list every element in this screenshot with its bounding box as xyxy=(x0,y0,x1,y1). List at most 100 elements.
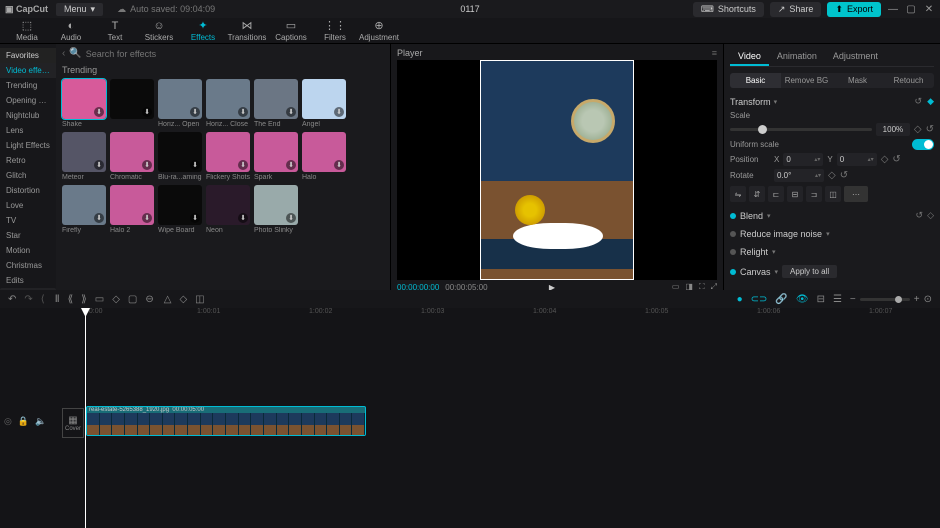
more-align-button[interactable]: ⋯ xyxy=(844,186,868,202)
effect-card[interactable]: ⬇Chromatic xyxy=(110,132,154,181)
sidebar-item-7[interactable]: Glitch xyxy=(0,168,56,183)
sidebar-favorites[interactable]: Favorites xyxy=(0,48,56,63)
sidebar-item-4[interactable]: Lens xyxy=(0,123,56,138)
player-viewport[interactable] xyxy=(397,60,717,280)
sidebar-item-11[interactable]: Star xyxy=(0,228,56,243)
tab-transitions[interactable]: ⋈Transitions xyxy=(226,21,268,43)
delete-button[interactable]: ▢ xyxy=(128,294,137,305)
preview-image[interactable] xyxy=(480,60,634,280)
tab-text[interactable]: TText xyxy=(94,21,136,43)
player-menu-icon[interactable]: ≡ xyxy=(712,48,717,58)
menu-button[interactable]: Menu ▾ xyxy=(56,3,103,16)
back-icon[interactable]: ‹ xyxy=(62,48,65,59)
sidebar-item-9[interactable]: Love xyxy=(0,198,56,213)
sidebar-item-8[interactable]: Distortion xyxy=(0,183,56,198)
effect-card[interactable]: ⬇ xyxy=(110,79,154,128)
close-button[interactable]: ✕ xyxy=(923,4,935,15)
tab-stickers[interactable]: ☺Stickers xyxy=(138,21,180,43)
tab-media[interactable]: ⬚Media xyxy=(6,21,48,43)
scale-slider[interactable] xyxy=(730,128,872,131)
transform-header[interactable]: Transform xyxy=(730,97,771,107)
effect-card[interactable]: ⬇Horiz... Open xyxy=(158,79,202,128)
search-input[interactable] xyxy=(86,49,384,59)
flip-h-button[interactable]: ⇋ xyxy=(730,186,746,202)
apply-to-all-button[interactable]: Apply to all xyxy=(782,265,837,278)
zoom-out-button[interactable]: − xyxy=(850,294,856,305)
canvas-section[interactable]: Canvas▾ Apply to all xyxy=(730,265,934,278)
relight-section[interactable]: Relight▾ xyxy=(730,247,934,257)
sidebar-item-12[interactable]: Motion xyxy=(0,243,56,258)
crop-button[interactable]: ◫ xyxy=(825,186,841,202)
track-lock-button[interactable]: 🔒 xyxy=(18,416,29,427)
blend-reset-icon[interactable]: ↺ xyxy=(916,210,924,221)
reverse-button[interactable]: ⊖ xyxy=(145,294,153,305)
maximize-button[interactable]: ▢ xyxy=(905,4,917,15)
zoom-slider[interactable] xyxy=(860,298,910,301)
subtab-basic[interactable]: Basic xyxy=(730,73,781,88)
delete-right-button[interactable]: ⟫ xyxy=(81,294,87,305)
delete-left-button[interactable]: ⟪ xyxy=(68,294,74,305)
rotate-input[interactable]: 0.0°▴▾ xyxy=(774,169,824,182)
split-button[interactable]: Ⅱ xyxy=(55,294,60,305)
sidebar-item-2[interactable]: Opening & Clo... xyxy=(0,93,56,108)
subtab-retouch[interactable]: Retouch xyxy=(883,73,934,88)
rotate-keyframe-icon[interactable]: ◇ xyxy=(828,170,836,181)
tab-filters[interactable]: ⋮⋮Filters xyxy=(314,21,356,43)
sidebar-item-5[interactable]: Light Effects xyxy=(0,138,56,153)
effect-card[interactable]: ⬇Halo xyxy=(302,132,346,181)
zoom-in-button[interactable]: + xyxy=(914,294,920,305)
minimize-button[interactable]: — xyxy=(887,4,899,15)
align-center-button[interactable]: ⊟ xyxy=(787,186,803,202)
share-button[interactable]: ↗ Share xyxy=(770,2,822,17)
range-button[interactable]: ▭ xyxy=(95,294,104,305)
position-reset-icon[interactable]: ↺ xyxy=(892,154,900,165)
zoom-fit-button[interactable]: ⊙ xyxy=(924,294,932,305)
tab-adjustment[interactable]: ⊕Adjustment xyxy=(358,21,400,43)
redo-button[interactable]: ↷ xyxy=(24,294,32,305)
sidebar-item-13[interactable]: Christmas xyxy=(0,258,56,273)
mirror-button[interactable]: △ xyxy=(164,294,172,305)
scale-reset-icon[interactable]: ↺ xyxy=(926,124,934,135)
timeline-settings-icon[interactable]: ☰ xyxy=(833,294,842,305)
effect-card[interactable]: ⬇Blu-ra...aming xyxy=(158,132,202,181)
sidebar-item-10[interactable]: TV xyxy=(0,213,56,228)
tab-audio[interactable]: ◐Audio xyxy=(50,21,92,43)
magnet-icon[interactable]: ⊂⊃ xyxy=(751,294,768,305)
rotate-reset-icon[interactable]: ↺ xyxy=(840,170,848,181)
position-x-input[interactable]: 0▴▾ xyxy=(783,153,823,166)
shortcuts-button[interactable]: ⌨ Shortcuts xyxy=(693,2,764,17)
track-mute-button[interactable]: 🔈 xyxy=(35,416,46,427)
reset-icon[interactable]: ↺ xyxy=(915,96,923,107)
preview-icon[interactable]: 👁 xyxy=(796,294,809,305)
rotate-tool-button[interactable]: ◇ xyxy=(179,294,187,305)
effect-card[interactable]: ⬇Halo 2 xyxy=(110,185,154,234)
effect-card[interactable]: ⬇Angel xyxy=(302,79,346,128)
align-right-button[interactable]: ⊐ xyxy=(806,186,822,202)
sidebar-item-3[interactable]: Nightclub xyxy=(0,108,56,123)
subtab-remove-bg[interactable]: Remove BG xyxy=(781,73,832,88)
inspector-tab-adjustment[interactable]: Adjustment xyxy=(825,48,886,66)
effect-card[interactable]: ⬇Photo Slinky xyxy=(254,185,298,234)
subtab-mask[interactable]: Mask xyxy=(832,73,883,88)
undo-button[interactable]: ↶ xyxy=(8,294,16,305)
keyframe-icon[interactable]: ◆ xyxy=(927,96,934,107)
reduce-noise-section[interactable]: Reduce image noise▾ xyxy=(730,229,934,239)
effect-card[interactable]: ⬇Horiz... Close xyxy=(206,79,250,128)
effect-card[interactable]: ⬇Meteor xyxy=(62,132,106,181)
effect-card[interactable]: ⬇Spark xyxy=(254,132,298,181)
inspector-tab-video[interactable]: Video xyxy=(730,48,769,66)
cover-button[interactable]: ▦ Cover xyxy=(62,408,84,438)
track-toggle-button[interactable]: ◎ xyxy=(4,416,12,427)
effect-card[interactable]: ⬇Firefly xyxy=(62,185,106,234)
effect-card[interactable]: ⬇Shake xyxy=(62,79,106,128)
align-left-button[interactable]: ⊏ xyxy=(768,186,784,202)
blend-keyframe-icon[interactable]: ◇ xyxy=(927,210,934,221)
effect-card[interactable]: ⬇The End xyxy=(254,79,298,128)
scale-keyframe-icon[interactable]: ◇ xyxy=(914,124,922,135)
effect-card[interactable]: ⬇Wipe Board xyxy=(158,185,202,234)
tab-captions[interactable]: ▭Captions xyxy=(270,21,312,43)
track-toggle-icon[interactable]: ⊟ xyxy=(817,294,825,305)
link-icon[interactable]: 🔗 xyxy=(775,294,787,305)
export-button[interactable]: ⬆ Export xyxy=(827,2,881,17)
tab-effects[interactable]: ✦Effects xyxy=(182,21,224,43)
